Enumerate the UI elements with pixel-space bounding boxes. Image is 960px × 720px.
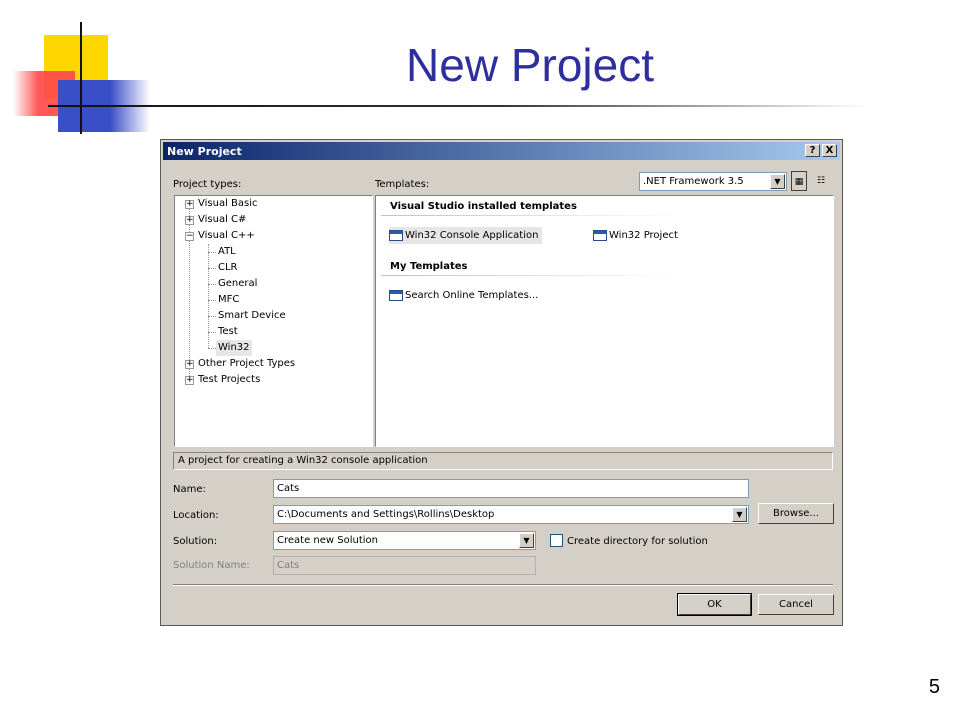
ok-button[interactable]: OK [677,593,752,616]
solution-value: Create new Solution [277,535,378,546]
project-types-tree[interactable]: + Visual Basic + Visual C# − Visual C++ … [174,195,373,447]
cancel-button[interactable]: Cancel [758,594,834,615]
create-directory-checkbox[interactable] [550,534,563,547]
location-label: Location: [173,510,219,521]
tree-item-label: Test Projects [198,374,261,385]
tree-item-label: ATL [218,246,236,257]
tree-item-label: CLR [218,262,238,273]
browse-button[interactable]: Browse... [758,503,834,524]
header-divider [381,215,681,216]
tree-item-label: Win32 [216,340,252,356]
template-label: Win32 Project [609,230,678,241]
close-button[interactable]: X [822,144,837,157]
create-directory-label: Create directory for solution [567,536,708,547]
chevron-down-icon[interactable]: ▼ [770,174,785,189]
framework-select[interactable]: .NET Framework 3.5 ▼ [639,172,787,191]
page-number: 5 [928,676,940,698]
expand-icon[interactable]: + [185,200,194,209]
template-label: Search Online Templates... [405,290,539,301]
solution-name-field: Cats [273,556,536,575]
large-icons-view-button[interactable]: ▦ [791,171,807,191]
deco-red-fade [13,71,38,116]
project-types-label: Project types: [173,179,242,190]
tree-item-label: Visual Basic [198,198,258,209]
search-online-icon [389,289,403,301]
deco-horizontal-line [48,105,868,107]
template-label: Win32 Console Application [405,230,539,241]
header-divider [381,275,681,276]
templates-list[interactable]: Visual Studio installed templates Win32 … [375,195,834,447]
win32-project-icon [593,229,607,241]
my-templates-header: My Templates [390,261,468,272]
expand-icon[interactable]: + [185,376,194,385]
chevron-down-icon[interactable]: ▼ [519,533,534,548]
collapse-icon[interactable]: − [185,232,194,241]
template-win32-project[interactable]: Win32 Project [593,227,678,244]
template-win32-console[interactable]: Win32 Console Application [389,227,543,244]
tree-line [208,268,216,269]
name-field[interactable]: Cats [273,479,749,498]
tree-line [208,300,216,301]
tree-line [208,284,216,285]
tree-line [208,252,216,253]
templates-label: Templates: [375,179,430,190]
tree-line [208,332,216,333]
location-value: C:\Documents and Settings\Rollins\Deskto… [277,509,495,520]
expand-icon[interactable]: + [185,216,194,225]
location-select[interactable]: C:\Documents and Settings\Rollins\Deskto… [273,505,749,524]
search-online-templates[interactable]: Search Online Templates... [389,287,538,304]
tree-item-label: Smart Device [218,310,286,321]
solution-label: Solution: [173,536,218,547]
tree-line [208,316,216,317]
installed-templates-header: Visual Studio installed templates [390,201,577,212]
tree-line [208,348,216,349]
tree-item-label: General [218,278,258,289]
dialog-title: New Project [167,145,242,158]
console-app-icon [389,229,403,241]
new-project-dialog: New Project ? X Project types: Templates… [160,139,843,626]
tree-item-label: Test [218,326,238,337]
solution-select[interactable]: Create new Solution ▼ [273,531,536,550]
expand-icon[interactable]: + [185,360,194,369]
tree-item-label: MFC [218,294,240,305]
dialog-separator [173,584,833,586]
tree-item-label: Visual C# [198,214,247,225]
tree-item-label: Visual C++ [198,230,255,241]
tree-item-label: Other Project Types [198,358,296,369]
framework-value: .NET Framework 3.5 [643,176,744,187]
slide-title: New Project [406,39,654,91]
dialog-titlebar: New Project ? X [163,142,840,160]
deco-vertical-line [80,22,82,134]
description-text: A project for creating a Win32 console a… [178,455,428,466]
help-button[interactable]: ? [805,144,820,157]
name-value: Cats [277,483,300,494]
solution-name-label: Solution Name: [173,560,250,571]
chevron-down-icon[interactable]: ▼ [732,507,747,522]
name-label: Name: [173,484,206,495]
template-description: A project for creating a Win32 console a… [173,452,833,470]
solution-name-value: Cats [277,560,300,571]
small-icons-view-button[interactable]: ☷ [813,171,829,191]
